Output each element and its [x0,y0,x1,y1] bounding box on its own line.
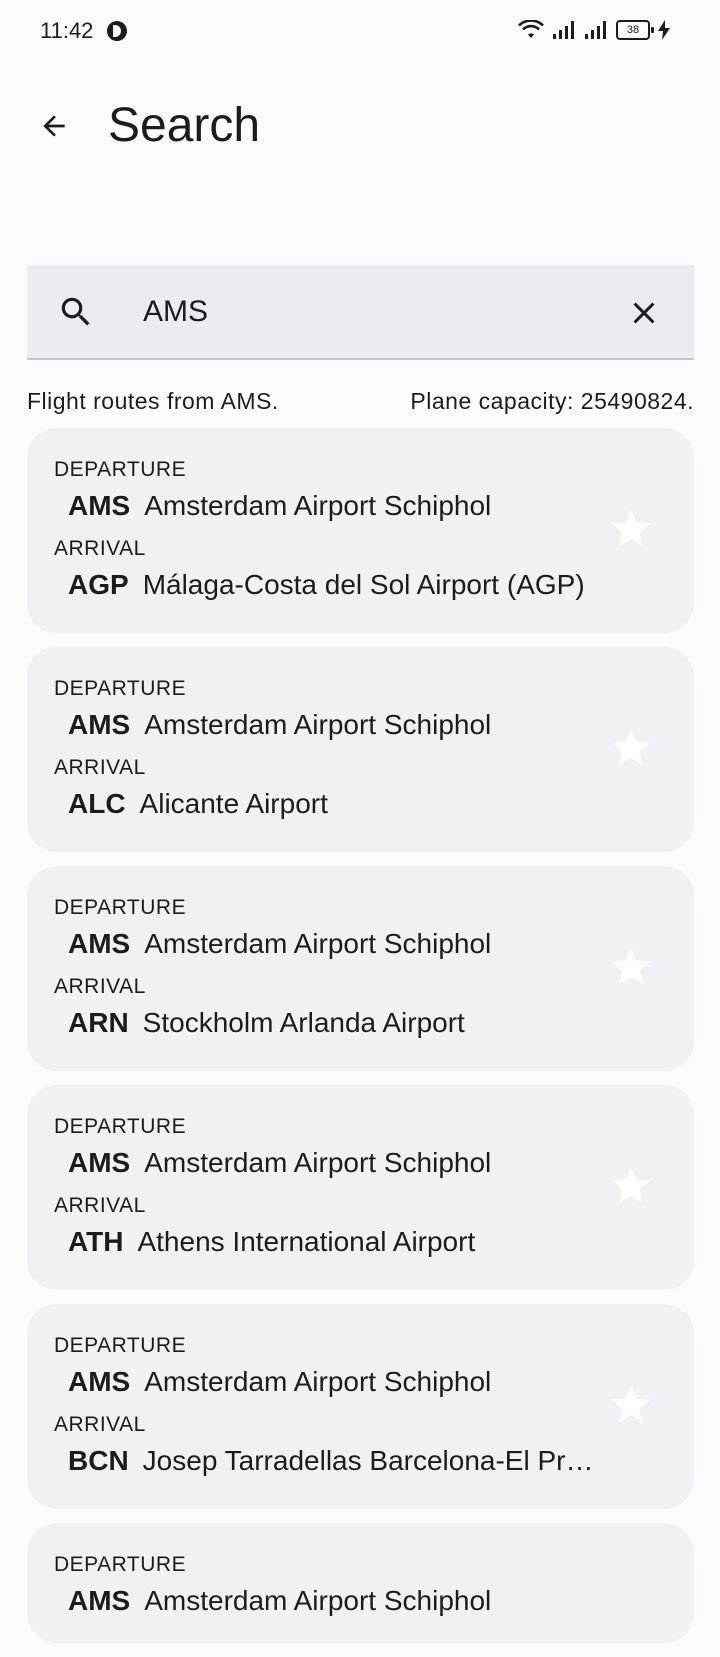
departure-code: AMS [68,490,131,521]
back-button[interactable] [30,102,78,150]
arrival-label: ARRIVAL [54,975,146,998]
arrival-label: ARRIVAL [54,1413,146,1436]
departure-code: AMS [68,709,131,740]
arrival-airport: ALC Alicante Airport [68,788,608,820]
route-card[interactable]: DEPARTURE AMS Amsterdam Airport Schiphol [27,1523,694,1643]
departure-airport: AMS Amsterdam Airport Schiphol [68,1147,608,1179]
departure-code: AMS [68,1585,131,1616]
arrival-airport: BCN Josep Tarradellas Barcelona-El Prat A… [68,1445,608,1477]
arrival-name: Málaga-Costa del Sol Airport (AGP) [142,569,585,600]
route-card[interactable]: DEPARTURE AMS Amsterdam Airport Schiphol … [27,866,694,1071]
route-card[interactable]: DEPARTURE AMS Amsterdam Airport Schiphol … [27,1304,694,1509]
departure-code: AMS [68,1147,131,1178]
status-bar: 11:42 38 [0,0,720,64]
arrival-airport: ATH Athens International Airport [68,1226,608,1258]
departure-airport: AMS Amsterdam Airport Schiphol [68,1585,608,1617]
search-input[interactable] [115,287,595,337]
search-icon [61,297,90,326]
departure-label: DEPARTURE [54,896,187,919]
signal-icon [553,21,574,39]
arrival-code: AGP [68,569,129,600]
status-time: 11:42 [40,18,94,43]
arrival-label: ARRIVAL [54,756,146,779]
route-list: DEPARTURE AMS Amsterdam Airport Schiphol … [27,428,694,1657]
departure-label: DEPARTURE [54,458,187,481]
departure-label: DEPARTURE [54,677,187,700]
dnd-icon [107,21,127,41]
arrival-airport: AGP Málaga-Costa del Sol Airport (AGP) [68,569,608,601]
arrow-back-icon [43,115,65,137]
wifi-icon [518,20,544,38]
departure-airport: AMS Amsterdam Airport Schiphol [68,928,608,960]
departure-code: AMS [68,928,131,959]
arrival-label: ARRIVAL [54,537,146,560]
close-icon [633,302,655,324]
capacity-info-text: Plane capacity: 25490824. [410,388,694,414]
battery-icon: 38 [616,20,654,40]
top-app-bar: Search [0,90,720,162]
clear-search-button[interactable] [618,287,670,339]
star-icon[interactable] [608,725,654,771]
departure-name: Amsterdam Airport Schiphol [144,1585,492,1616]
star-icon[interactable] [608,506,654,552]
star-icon[interactable] [608,1163,654,1209]
arrival-code: ALC [68,788,126,819]
info-row: Flight routes from AMS. Plane capacity: … [27,388,694,420]
arrival-label: ARRIVAL [54,1194,146,1217]
arrival-name: Athens International Airport [137,1226,476,1257]
charging-icon [658,20,670,40]
departure-airport: AMS Amsterdam Airport Schiphol [68,1366,608,1398]
star-icon[interactable] [608,944,654,990]
departure-airport: AMS Amsterdam Airport Schiphol [68,709,608,741]
departure-label: DEPARTURE [54,1115,187,1138]
arrival-airport: ARN Stockholm Arlanda Airport [68,1007,608,1039]
departure-code: AMS [68,1366,131,1397]
arrival-code: BCN [68,1445,129,1476]
departure-label: DEPARTURE [54,1334,187,1357]
status-icons: 38 [518,20,670,40]
departure-label: DEPARTURE [54,1553,187,1576]
page-title: Search [108,99,261,152]
arrival-name: Alicante Airport [139,788,328,819]
route-card[interactable]: DEPARTURE AMS Amsterdam Airport Schiphol … [27,1085,694,1290]
search-field[interactable] [27,265,694,360]
arrival-code: ARN [68,1007,129,1038]
routes-info-text: Flight routes from AMS. [27,388,279,414]
departure-name: Amsterdam Airport Schiphol [144,1366,492,1397]
departure-name: Amsterdam Airport Schiphol [144,1147,492,1178]
route-card[interactable]: DEPARTURE AMS Amsterdam Airport Schiphol … [27,647,694,852]
route-card[interactable]: DEPARTURE AMS Amsterdam Airport Schiphol … [27,428,694,633]
star-icon[interactable] [608,1382,654,1428]
departure-name: Amsterdam Airport Schiphol [144,709,492,740]
arrival-name: Josep Tarradellas Barcelona-El Prat Airp… [142,1445,608,1476]
signal-icon [585,21,606,39]
departure-airport: AMS Amsterdam Airport Schiphol [68,490,608,522]
arrival-name: Stockholm Arlanda Airport [142,1007,465,1038]
departure-name: Amsterdam Airport Schiphol [144,928,492,959]
arrival-code: ATH [68,1226,124,1257]
departure-name: Amsterdam Airport Schiphol [144,490,492,521]
